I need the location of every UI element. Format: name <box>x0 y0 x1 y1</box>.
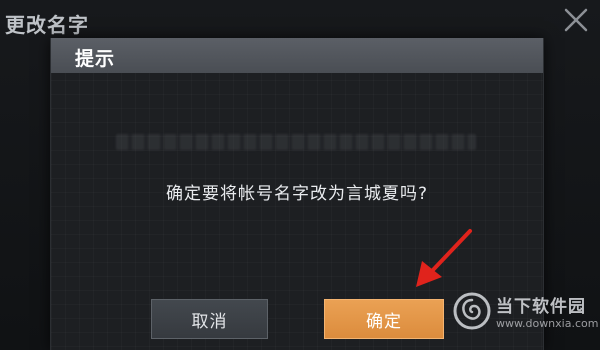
watermark-name: 当下软件园 <box>496 297 586 317</box>
confirm-button-label: 确定 <box>366 311 402 332</box>
close-icon[interactable] <box>562 6 590 34</box>
game-screen: 更改名字 提示 确定要将帐号名字改为言城夏吗? 取消 确定 当下软件园 www.… <box>0 0 600 350</box>
dialog-title: 提示 <box>75 48 116 70</box>
blurred-background-text <box>116 134 476 150</box>
dialog-header: 提示 <box>51 38 543 73</box>
watermark-url: www.downxia.com <box>496 317 599 330</box>
watermark: 当下软件园 www.downxia.com <box>452 288 600 344</box>
cancel-button[interactable]: 取消 <box>151 299 268 339</box>
dialog-message: 确定要将帐号名字改为言城夏吗? <box>165 184 429 204</box>
red-arrow-annotation-icon <box>416 229 472 287</box>
downxia-logo-icon <box>453 292 491 330</box>
page-title: 更改名字 <box>5 13 89 37</box>
cancel-button-label: 取消 <box>191 311 228 332</box>
confirm-button[interactable]: 确定 <box>324 299 444 339</box>
